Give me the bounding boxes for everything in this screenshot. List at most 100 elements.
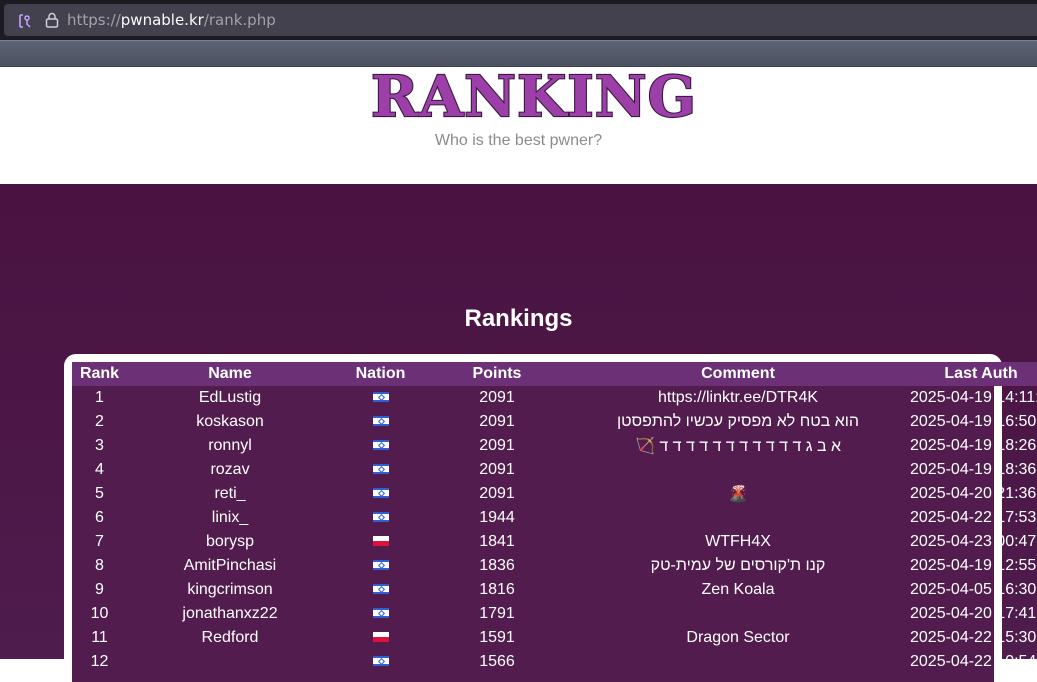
rank-cell: 5 — [95, 485, 104, 502]
player-name-link[interactable]: linix_ — [127, 506, 333, 530]
lock-icon[interactable] — [45, 12, 59, 28]
last-auth-cell: 2025-04-19 18:36:45 — [910, 461, 1037, 478]
comment-cell — [566, 602, 910, 626]
table-row: 8 AmitPinchasi 1836 קנו ת'קורסים של עמית-טק… — [72, 554, 1037, 578]
rank-cell: 11 — [91, 629, 108, 646]
table-row: 3 ronnyl 2091 🏹 א ב ג ד ד ד ד ד ד ד ד ד ד ד… — [72, 434, 1037, 458]
url-path: /rank.php — [203, 11, 276, 29]
player-name-link[interactable] — [127, 650, 333, 674]
points-cell: 1591 — [479, 629, 515, 646]
nation-cell — [333, 506, 428, 530]
table-row: 2 koskason 2091 הוא בטח לא מפסיק עכשיו להתפ… — [72, 410, 1037, 434]
player-name-link[interactable]: koskason — [127, 410, 333, 434]
points-cell: 1944 — [479, 509, 515, 526]
comment-cell: WTFH4X — [705, 533, 771, 550]
nation-cell — [333, 650, 428, 674]
rank-cell: 2 — [95, 413, 104, 430]
rank-cell: 9 — [95, 581, 104, 598]
israel-flag-icon — [372, 439, 389, 450]
points-cell: 1566 — [479, 653, 515, 670]
player-name-link[interactable]: EdLustig — [127, 386, 333, 410]
rank-cell: 4 — [95, 461, 104, 478]
last-auth-cell: 2025-04-19 12:55:32 — [910, 557, 1037, 574]
player-name-link[interactable]: borysp — [127, 530, 333, 554]
table-row: 10 jonathanxz22 1791 2025-04-20 17:41:55 — [72, 602, 1037, 626]
rank-cell: 10 — [90, 605, 109, 622]
table-row: 12 1566 2025-04-22 10:54:10 — [72, 650, 1037, 674]
points-cell: 2091 — [479, 437, 515, 454]
logo-text: RANKING — [371, 66, 697, 128]
column-header-comment: Comment — [701, 365, 775, 382]
comment-cell: 🌋 — [728, 486, 748, 503]
last-auth-cell: 2025-04-19 18:26:08 — [910, 437, 1037, 454]
permissions-icon[interactable] — [16, 12, 34, 30]
comment-cell: הוא בטח לא מפסיק עכשיו להתפסטן — [616, 413, 860, 430]
nation-cell — [333, 386, 428, 410]
player-name-link[interactable]: rozav — [127, 458, 333, 482]
column-header-points: Points — [472, 365, 522, 382]
last-auth-cell: 2025-04-22 15:30:43 — [910, 629, 1037, 646]
points-cell: 1836 — [479, 557, 515, 574]
column-header-rank: Rank — [79, 365, 120, 382]
player-name-link[interactable]: reti_ — [127, 482, 333, 506]
column-header-last-auth: Last Auth — [944, 365, 1018, 382]
player-name-link[interactable]: jonathanxz22 — [127, 602, 333, 626]
comment-cell — [566, 458, 910, 482]
points-cell: 2091 — [479, 413, 515, 430]
player-name-link[interactable]: Redford — [127, 626, 333, 650]
points-cell: 1791 — [479, 605, 515, 622]
israel-flag-icon — [372, 583, 389, 594]
points-cell: 1816 — [479, 581, 515, 598]
table-header-row: Rank Name Nation Points Comment Last Aut… — [72, 362, 1037, 386]
ranking-logo: RANKING — [370, 66, 697, 128]
israel-flag-icon — [372, 655, 389, 666]
nation-cell — [333, 410, 428, 434]
rankings-table: Rank Name Nation Points Comment Last Aut… — [72, 362, 1037, 674]
nation-cell — [333, 458, 428, 482]
israel-flag-icon — [372, 391, 389, 402]
rankings-card: Rank Name Nation Points Comment Last Aut… — [64, 354, 1037, 682]
points-cell: 2091 — [479, 461, 515, 478]
last-auth-cell: 2025-04-22 17:53:24 — [910, 509, 1037, 526]
player-name-link[interactable]: AmitPinchasi — [127, 554, 333, 578]
last-auth-cell: 2025-04-23 00:47:43 — [910, 533, 1037, 550]
table-row: 4 rozav 2091 2025-04-19 18:36:45 — [72, 458, 1037, 482]
poland-flag-icon — [372, 535, 389, 546]
comment-cell: קנו ת'קורסים של עמית-טק — [650, 557, 826, 574]
table-row: 7 borysp 1841 WTFH4X 2025-04-23 00:47:43 — [72, 530, 1037, 554]
url-text[interactable]: https://pwnable.kr/rank.php — [67, 11, 276, 29]
player-name-link[interactable]: ronnyl — [127, 434, 333, 458]
points-cell: 2091 — [479, 389, 515, 406]
israel-flag-icon — [372, 511, 389, 522]
table-row: 5 reti_ 2091 🌋 2025-04-20 21:36:15 — [72, 482, 1037, 506]
comment-cell — [566, 506, 910, 530]
table-row: 6 linix_ 1944 2025-04-22 17:53:24 — [72, 506, 1037, 530]
nation-cell — [333, 626, 428, 650]
nation-cell — [333, 434, 428, 458]
rank-cell: 3 — [95, 437, 104, 454]
rankings-table-container: Rank Name Nation Points Comment Last Aut… — [72, 362, 1037, 682]
section-title: Rankings — [464, 305, 573, 332]
points-cell: 2091 — [479, 485, 515, 502]
nation-cell — [333, 578, 428, 602]
rank-cell: 7 — [95, 533, 104, 550]
table-row: 1 EdLustig 2091 https://linktr.ee/DTR4K 2025… — [72, 386, 1037, 410]
israel-flag-icon — [372, 607, 389, 618]
nation-cell — [333, 530, 428, 554]
site-nav-bar — [0, 40, 1037, 67]
rank-cell: 8 — [95, 557, 104, 574]
last-auth-cell: 2025-04-20 21:36:15 — [910, 485, 1037, 502]
last-auth-cell: 2025-04-22 10:54:10 — [910, 653, 1037, 670]
table-row: 9 kingcrimson 1816 Zen Koala 2025-04-05 16:3… — [72, 578, 1037, 602]
comment-cell: Dragon Sector — [686, 629, 790, 646]
address-bar[interactable]: https://pwnable.kr/rank.php — [4, 4, 1037, 36]
comment-cell: https://linktr.ee/DTR4K — [657, 389, 819, 406]
column-header-nation: Nation — [355, 365, 406, 382]
browser-toolbar: https://pwnable.kr/rank.php — [0, 0, 1037, 40]
last-auth-cell: 2025-04-05 16:30:00 — [910, 581, 1037, 598]
url-scheme: https:// — [67, 11, 121, 29]
player-name-link[interactable]: kingcrimson — [127, 578, 333, 602]
poland-flag-icon — [372, 631, 389, 642]
last-auth-cell: 2025-04-19 14:11:54 — [910, 389, 1037, 406]
column-header-name: Name — [208, 365, 252, 382]
